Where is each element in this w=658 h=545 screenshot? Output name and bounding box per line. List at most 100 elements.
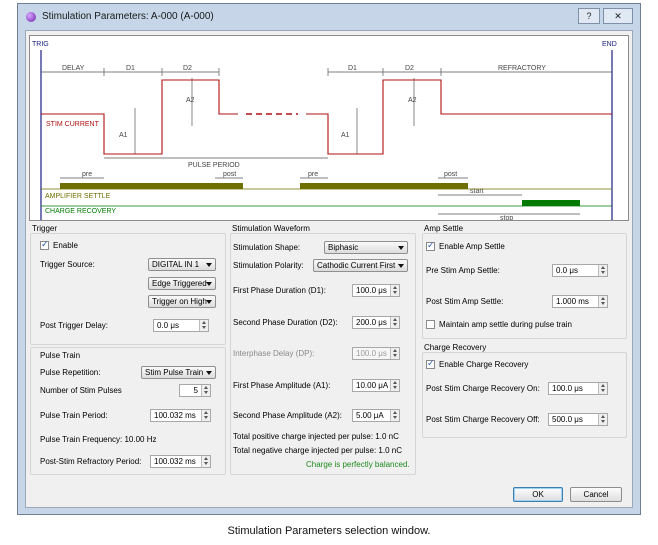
charge-recovery-bar	[522, 200, 580, 206]
pre-stim-amp-settle-input[interactable]: 0.0 μs	[552, 264, 608, 277]
d2b-label: D2	[405, 65, 414, 72]
spin-arrows-icon[interactable]	[598, 414, 607, 425]
stimulation-parameters-window: Stimulation Parameters: A-000 (A-000) ? …	[17, 3, 641, 515]
delay-label: DELAY	[62, 65, 85, 72]
charge-recovery-enable-checkbox[interactable]	[426, 359, 435, 369]
spin-arrows-icon	[390, 348, 399, 359]
a1b-label: A1	[341, 132, 350, 139]
charge-recovery-off-label: Post Stim Charge Recovery Off:	[426, 415, 540, 424]
pulse-period-label: PULSE PERIOD	[188, 162, 240, 169]
trigger-polarity-value: Trigger on High	[152, 297, 207, 306]
close-button[interactable]: ✕	[603, 8, 633, 24]
d1b-label: D1	[348, 65, 357, 72]
spin-arrows-icon[interactable]	[598, 383, 607, 394]
pulse-train-period-value: 100.032 ms	[154, 411, 196, 420]
dp-value: 100.0 μs	[356, 349, 387, 358]
app-icon	[26, 12, 36, 22]
spin-arrows-icon[interactable]	[598, 296, 607, 307]
maintain-amp-settle-checkbox[interactable]	[426, 320, 435, 329]
trig-label: TRIG	[32, 41, 49, 48]
negative-charge-text: Total negative charge injected per pulse…	[233, 446, 402, 455]
amp-settle-bar-1	[60, 183, 243, 189]
pre2-label: pre	[308, 171, 318, 178]
post-stim-amp-settle-input[interactable]: 1.000 ms	[552, 295, 608, 308]
trigger-enable-checkbox[interactable]	[40, 240, 49, 250]
help-button[interactable]: ?	[578, 8, 600, 24]
charge-balance-status: Charge is perfectly balanced.	[306, 460, 410, 469]
trigger-edge-select[interactable]: Edge Triggered	[148, 277, 216, 290]
amp-settle-label: AMPLIFIER SETTLE	[45, 193, 111, 200]
waveform-diagram: TRIG END DELAY D1 D2 D1 D2 REFRACTORY A2…	[29, 35, 629, 222]
charge-recovery-enable-label: Enable Charge Recovery	[439, 360, 529, 369]
amp-settle-enable-label: Enable Amp Settle	[439, 242, 505, 251]
spin-arrows-icon[interactable]	[390, 410, 399, 421]
num-stim-pulses-label: Number of Stim Pulses	[40, 386, 122, 395]
a1-field-label: First Phase Amplitude (A1):	[233, 381, 331, 390]
cancel-button[interactable]: Cancel	[570, 487, 622, 502]
post-trigger-delay-label: Post Trigger Delay:	[40, 321, 109, 330]
pulse-train-period-label: Pulse Train Period:	[40, 411, 108, 420]
chevron-down-icon	[206, 300, 212, 304]
dp-input: 100.0 μs	[352, 347, 400, 360]
spin-arrows-icon[interactable]	[390, 317, 399, 328]
pulse-repetition-select[interactable]: Stim Pulse Train	[141, 366, 216, 379]
post2-label: post	[444, 171, 457, 178]
ok-button[interactable]: OK	[513, 487, 563, 502]
trigger-source-label: Trigger Source:	[40, 260, 95, 269]
spin-arrows-icon[interactable]	[390, 380, 399, 391]
post-stim-amp-settle-label: Post Stim Amp Settle:	[426, 297, 504, 306]
d1-input[interactable]: 100.0 μs	[352, 284, 400, 297]
amp-settle-bar-2	[300, 183, 468, 189]
waveform-group-title: Stimulation Waveform	[232, 224, 310, 233]
charge-recovery-off-input[interactable]: 500.0 μs	[548, 413, 608, 426]
chevron-down-icon	[206, 282, 212, 286]
trigger-group-title: Trigger	[32, 224, 58, 233]
amp-settle-enable-checkbox[interactable]	[426, 241, 435, 251]
post-trigger-delay-value: 0.0 μs	[157, 321, 179, 330]
maintain-amp-settle-label: Maintain amp settle during pulse train	[439, 320, 572, 329]
stim-polarity-value: Cathodic Current First	[317, 261, 396, 270]
charge-recovery-on-input[interactable]: 100.0 μs	[548, 382, 608, 395]
a1-value: 10.00 μA	[356, 381, 389, 390]
stim-current-label: STIM CURRENT	[46, 121, 100, 128]
stim-polarity-select[interactable]: Cathodic Current First	[313, 259, 408, 272]
refractory-label: REFRACTORY	[498, 65, 546, 72]
spin-arrows-icon[interactable]	[201, 456, 210, 467]
pulse-train-period-input[interactable]: 100.032 ms	[150, 409, 211, 422]
post-trigger-delay-input[interactable]: 0.0 μs	[153, 319, 209, 332]
chevron-down-icon	[398, 264, 404, 268]
refractory-period-input[interactable]: 100.032 ms	[150, 455, 211, 468]
stim-shape-value: Biphasic	[328, 243, 359, 252]
dialog-client: TRIG END DELAY D1 D2 D1 D2 REFRACTORY A2…	[25, 30, 633, 508]
trigger-polarity-select[interactable]: Trigger on High	[148, 295, 216, 308]
spin-arrows-icon[interactable]	[199, 320, 208, 331]
positive-charge-text: Total positive charge injected per pulse…	[233, 432, 399, 441]
d2-value: 200.0 μs	[356, 318, 387, 327]
trigger-source-select[interactable]: DIGITAL IN 1	[148, 258, 216, 271]
end-label: END	[602, 41, 617, 48]
window-title: Stimulation Parameters: A-000 (A-000)	[42, 11, 214, 22]
a2-field-label: Second Phase Amplitude (A2):	[233, 411, 342, 420]
figure-caption: Stimulation Parameters selection window.	[227, 525, 431, 537]
pulse-repetition-value: Stim Pulse Train	[145, 368, 204, 377]
a1-label: A1	[119, 132, 128, 139]
num-stim-pulses-value: 5	[193, 386, 198, 395]
d2-input[interactable]: 200.0 μs	[352, 316, 400, 329]
trigger-edge-value: Edge Triggered	[152, 279, 207, 288]
amp-settle-group-title: Amp Settle	[424, 224, 464, 233]
num-stim-pulses-input[interactable]: 5	[179, 384, 211, 397]
chevron-down-icon	[206, 371, 212, 375]
stim-polarity-label: Stimulation Polarity:	[233, 261, 304, 270]
spin-arrows-icon[interactable]	[390, 285, 399, 296]
spin-arrows-icon[interactable]	[201, 385, 210, 396]
refractory-period-label: Post-Stim Refractory Period:	[40, 457, 142, 466]
stim-shape-label: Stimulation Shape:	[233, 243, 301, 252]
stim-shape-select[interactable]: Biphasic	[324, 241, 408, 254]
chevron-down-icon	[206, 263, 212, 267]
spin-arrows-icon[interactable]	[201, 410, 210, 421]
a2-input[interactable]: 5.00 μA	[352, 409, 400, 422]
spin-arrows-icon[interactable]	[598, 265, 607, 276]
charge-recovery-on-value: 100.0 μs	[552, 384, 583, 393]
a1-input[interactable]: 10.00 μA	[352, 379, 400, 392]
refractory-period-value: 100.032 ms	[154, 457, 196, 466]
